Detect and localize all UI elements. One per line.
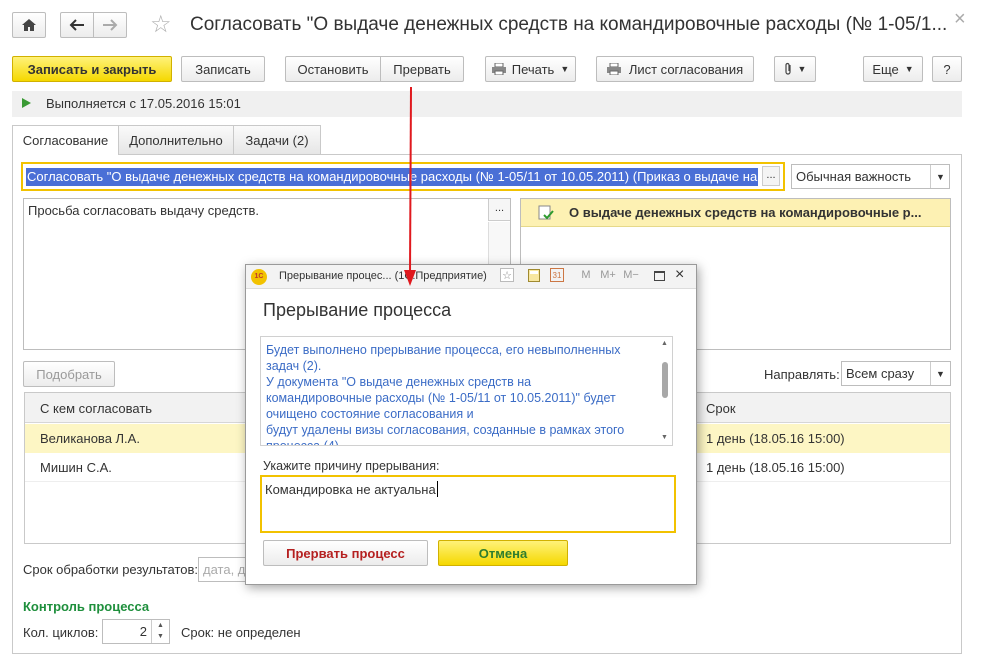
annotation-arrow-icon [404,86,416,286]
chevron-down-icon[interactable]: ▼ [930,165,950,188]
tab-tasks[interactable]: Задачи (2) [233,125,321,154]
arrow-left-icon [69,19,84,31]
approver-term: 1 день (18.05.16 15:00) [706,460,845,475]
favorite-star-icon[interactable]: ☆ [500,268,514,282]
approval-sheet-label: Лист согласования [628,61,744,77]
attach-button[interactable]: ▼ [774,56,816,82]
importance-select[interactable]: Обычная важность [791,164,950,189]
subject-text: Согласовать "О выдаче денежных средств н… [26,168,758,186]
favorite-star-icon[interactable]: ☆ [150,10,172,39]
chevron-down-icon[interactable]: ▼ [930,362,950,385]
chevron-down-icon: ▼ [904,64,914,74]
close-icon[interactable]: × [954,8,966,31]
reason-text: Командировка не актуальна [265,482,436,497]
attachment-label: О выдаче денежных средств на командирово… [569,205,922,220]
save-button[interactable]: Записать [181,56,265,82]
play-icon [22,98,31,108]
cycles-stepper[interactable]: ▲ ▼ [151,620,169,643]
approver-term: 1 день (18.05.16 15:00) [706,431,845,446]
memory-icon[interactable]: M [579,268,593,282]
paperclip-icon [784,62,791,75]
close-icon[interactable]: × [675,266,684,284]
description-text: Просьба согласовать выдачу средств. [28,203,260,218]
print-label: Печать [511,61,555,77]
tab-additional[interactable]: Дополнительно [118,125,234,154]
arrow-right-icon [103,19,118,31]
memory-plus-icon[interactable]: M+ [599,268,617,282]
direct-value: Всем сразу [846,366,915,381]
more-label: Еще [872,61,899,77]
more-button[interactable]: Еще ▼ [863,56,923,82]
info-line: Будет выполнено прерывание процесса, его… [266,343,621,357]
dialog-info-box: Будет выполнено прерывание процесса, его… [260,336,673,446]
description-ellipsis-button[interactable]: ... [488,199,510,221]
cancel-button[interactable]: Отмена [438,540,568,566]
back-button[interactable] [60,12,94,38]
page-title: Согласовать "О выдаче денежных средств н… [190,14,948,35]
forward-button[interactable] [93,12,127,38]
info-line: командировочные расходы (№ 1-05/11 от 10… [266,391,616,405]
processing-label: Срок обработки результатов: [23,562,199,577]
info-scrollbar[interactable]: ▲ ▼ [658,338,671,444]
info-line: очищено состояние согласования и [266,407,474,421]
importance-value: Обычная важность [796,169,912,184]
interrupt-process-button[interactable]: Прервать процесс [263,540,428,566]
maximize-icon[interactable] [654,271,665,281]
approval-sheet-button[interactable]: Лист согласования [596,56,754,82]
app-logo-icon: 1С [251,269,267,285]
dialog-window-title: Прерывание процес... (1С:Предприятие) [279,270,487,282]
calendar-icon[interactable]: 31 [550,268,564,282]
pick-button[interactable]: Подобрать [23,361,115,387]
home-icon [22,19,36,31]
chevron-down-icon: ▼ [560,64,570,74]
memory-minus-icon[interactable]: M− [622,268,640,282]
direct-label: Направлять: [764,367,840,382]
status-text: Выполняется с 17.05.2016 15:01 [46,96,241,111]
cycles-label: Кол. циклов: [23,625,99,640]
document-check-icon [538,205,554,220]
info-line: задач (2). [266,359,322,373]
reason-label: Укажите причину прерывания: [263,459,440,473]
stop-button[interactable]: Остановить [285,56,381,82]
chevron-down-icon: ▼ [797,64,807,74]
print-button[interactable]: Печать ▼ [485,56,576,82]
processing-placeholder: дата, д [203,562,246,577]
dialog-heading: Прерывание процесса [263,300,452,320]
info-line: процесса (4) [266,439,339,446]
term-label: Срок: не определен [181,625,301,640]
subject-ellipsis-button[interactable]: ... [762,166,780,186]
tab-approval[interactable]: Согласование [12,125,119,155]
info-line: будут удалены визы согласования, созданн… [266,423,625,437]
approver-name: Мишин С.А. [40,460,112,475]
cycles-value: 2 [139,624,147,639]
printer-icon [491,63,506,75]
col-header-term[interactable]: Срок [706,401,736,416]
printer-icon [606,63,621,75]
save-and-close-button[interactable]: Записать и закрыть [12,56,172,82]
home-button[interactable] [12,12,46,38]
info-line: У документа "О выдаче денежных средств н… [266,375,532,389]
text-cursor [437,481,438,497]
interrupt-button[interactable]: Прервать [380,56,464,82]
help-button[interactable]: ? [932,56,962,82]
calculator-icon[interactable] [527,268,541,282]
control-heading: Контроль процесса [23,599,150,614]
col-header-with[interactable]: С кем согласовать [40,401,152,416]
approver-name: Великанова Л.А. [40,431,140,446]
